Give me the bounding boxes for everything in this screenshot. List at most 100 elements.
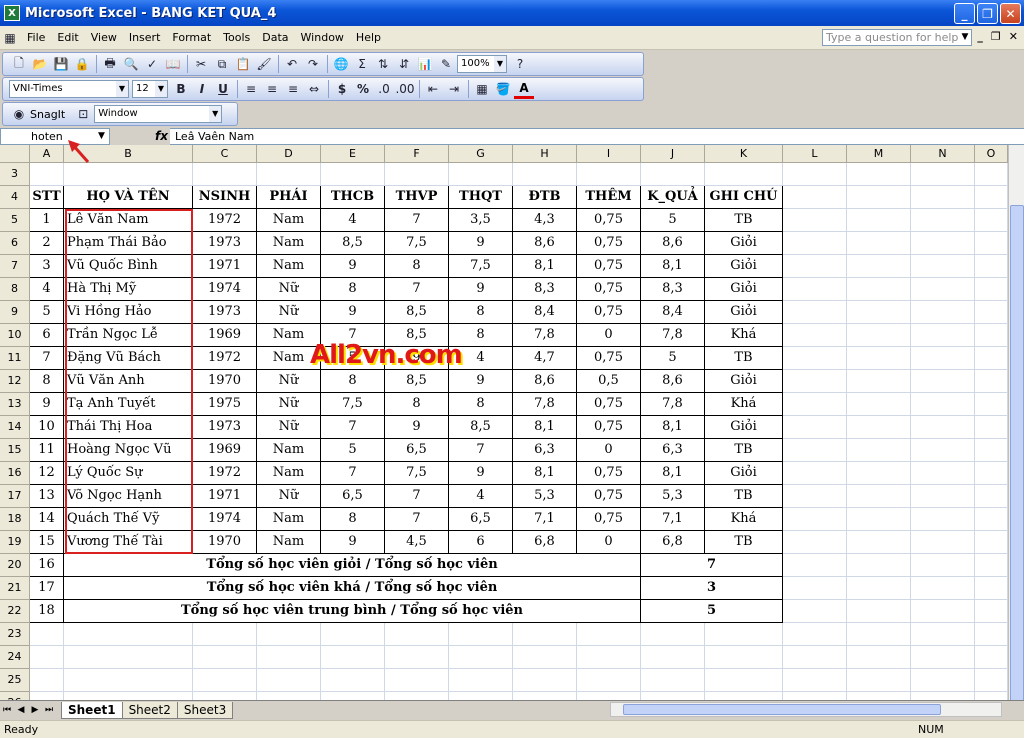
align-center-icon[interactable]: ≡ [262, 79, 282, 99]
empty-cell[interactable] [783, 692, 847, 700]
table-cell[interactable]: 0,75 [577, 393, 641, 416]
empty-cell[interactable] [847, 623, 911, 646]
empty-cell[interactable] [705, 623, 783, 646]
table-cell[interactable]: 1973 [193, 301, 257, 324]
row-header[interactable]: 5 [0, 209, 30, 232]
empty-cell[interactable] [385, 669, 449, 692]
empty-cell[interactable] [975, 255, 1008, 278]
table-header-cell[interactable]: NSINH [193, 186, 257, 209]
table-cell[interactable]: 8,4 [641, 301, 705, 324]
student-name-cell[interactable]: Tạ Anh Tuyết [64, 393, 193, 416]
table-cell[interactable]: 15 [30, 531, 64, 554]
vertical-scrollbar[interactable] [1008, 145, 1024, 705]
table-cell[interactable]: 7 [321, 416, 385, 439]
table-cell[interactable]: 14 [30, 508, 64, 531]
empty-cell[interactable] [257, 692, 321, 700]
table-cell[interactable]: 1974 [193, 278, 257, 301]
row-header[interactable]: 20 [0, 554, 30, 577]
table-cell[interactable]: 7,1 [513, 508, 577, 531]
row-header[interactable]: 15 [0, 439, 30, 462]
empty-cell[interactable] [847, 600, 911, 623]
autosum-icon[interactable]: Σ [352, 54, 372, 74]
save-icon[interactable]: 💾 [51, 54, 71, 74]
empty-cell[interactable] [975, 278, 1008, 301]
empty-cell[interactable] [911, 623, 975, 646]
table-cell[interactable]: 8 [321, 278, 385, 301]
empty-cell[interactable] [975, 324, 1008, 347]
empty-cell[interactable] [847, 692, 911, 700]
column-header-j[interactable]: J [641, 145, 705, 163]
empty-cell[interactable] [321, 646, 385, 669]
empty-cell[interactable] [975, 163, 1008, 186]
row-header[interactable]: 17 [0, 485, 30, 508]
table-cell[interactable]: 1972 [193, 462, 257, 485]
empty-cell[interactable] [975, 186, 1008, 209]
table-cell[interactable]: 1970 [193, 370, 257, 393]
row-header[interactable]: 25 [0, 669, 30, 692]
decrease-indent-icon[interactable]: ⇤ [423, 79, 443, 99]
table-cell[interactable]: 7 [30, 347, 64, 370]
row-header[interactable]: 10 [0, 324, 30, 347]
table-cell[interactable]: 6,5 [385, 439, 449, 462]
table-cell[interactable]: 1972 [193, 347, 257, 370]
empty-cell[interactable] [64, 669, 193, 692]
empty-cell[interactable] [449, 646, 513, 669]
table-cell[interactable]: 1971 [193, 255, 257, 278]
empty-cell[interactable] [847, 232, 911, 255]
empty-cell[interactable] [975, 646, 1008, 669]
column-header-l[interactable]: L [783, 145, 847, 163]
hyperlink-icon[interactable]: 🌐 [331, 54, 351, 74]
decrease-decimal-icon[interactable]: .00 [395, 79, 415, 99]
table-cell[interactable]: 0,75 [577, 232, 641, 255]
table-cell[interactable]: 8 [385, 255, 449, 278]
help-question-input[interactable]: Type a question for help [822, 29, 972, 46]
table-cell[interactable]: 8,1 [641, 462, 705, 485]
open-icon[interactable]: 📂 [30, 54, 50, 74]
table-cell[interactable]: 8,5 [321, 232, 385, 255]
column-header-d[interactable]: D [257, 145, 321, 163]
empty-cell[interactable] [705, 692, 783, 700]
empty-cell[interactable] [783, 577, 847, 600]
table-cell[interactable]: 0,75 [577, 416, 641, 439]
table-cell[interactable]: 6,8 [641, 531, 705, 554]
close-button[interactable]: ✕ [1000, 3, 1021, 24]
student-name-cell[interactable]: Hà Thị Mỹ [64, 278, 193, 301]
empty-cell[interactable] [193, 669, 257, 692]
summary-stt-cell[interactable]: 16 [30, 554, 64, 577]
table-cell[interactable]: Nam [257, 439, 321, 462]
table-cell[interactable]: 5,3 [513, 485, 577, 508]
empty-cell[interactable] [783, 416, 847, 439]
menu-window[interactable]: Window [295, 31, 350, 44]
table-cell[interactable]: 7,5 [385, 232, 449, 255]
horizontal-scrollbar[interactable] [610, 702, 1002, 717]
empty-cell[interactable] [641, 692, 705, 700]
empty-cell[interactable] [911, 531, 975, 554]
summary-label-cell[interactable]: Tổng số học viên giỏi / Tổng số học viên [64, 554, 641, 577]
sheet-tab-2[interactable]: Sheet2 [121, 701, 178, 719]
column-header-f[interactable]: F [385, 145, 449, 163]
column-header-a[interactable]: A [30, 145, 64, 163]
table-cell[interactable]: TB [705, 531, 783, 554]
table-cell[interactable]: 11 [30, 439, 64, 462]
table-cell[interactable]: 7 [385, 209, 449, 232]
workbook-icon[interactable]: ▦ [0, 28, 20, 48]
table-cell[interactable]: Nữ [257, 485, 321, 508]
empty-cell[interactable] [577, 646, 641, 669]
empty-cell[interactable] [193, 623, 257, 646]
chart-wizard-icon[interactable]: 📊 [415, 54, 435, 74]
table-header-cell[interactable]: THCB [321, 186, 385, 209]
empty-cell[interactable] [975, 600, 1008, 623]
empty-cell[interactable] [641, 646, 705, 669]
spelling-icon[interactable]: ✓ [142, 54, 162, 74]
empty-cell[interactable] [847, 255, 911, 278]
empty-cell[interactable] [783, 646, 847, 669]
empty-cell[interactable] [783, 600, 847, 623]
empty-cell[interactable] [385, 623, 449, 646]
empty-cell[interactable] [577, 163, 641, 186]
row-header[interactable]: 8 [0, 278, 30, 301]
column-header-n[interactable]: N [911, 145, 975, 163]
empty-cell[interactable] [783, 531, 847, 554]
table-cell[interactable]: TB [705, 485, 783, 508]
table-cell[interactable]: 6,5 [449, 508, 513, 531]
empty-cell[interactable] [975, 623, 1008, 646]
